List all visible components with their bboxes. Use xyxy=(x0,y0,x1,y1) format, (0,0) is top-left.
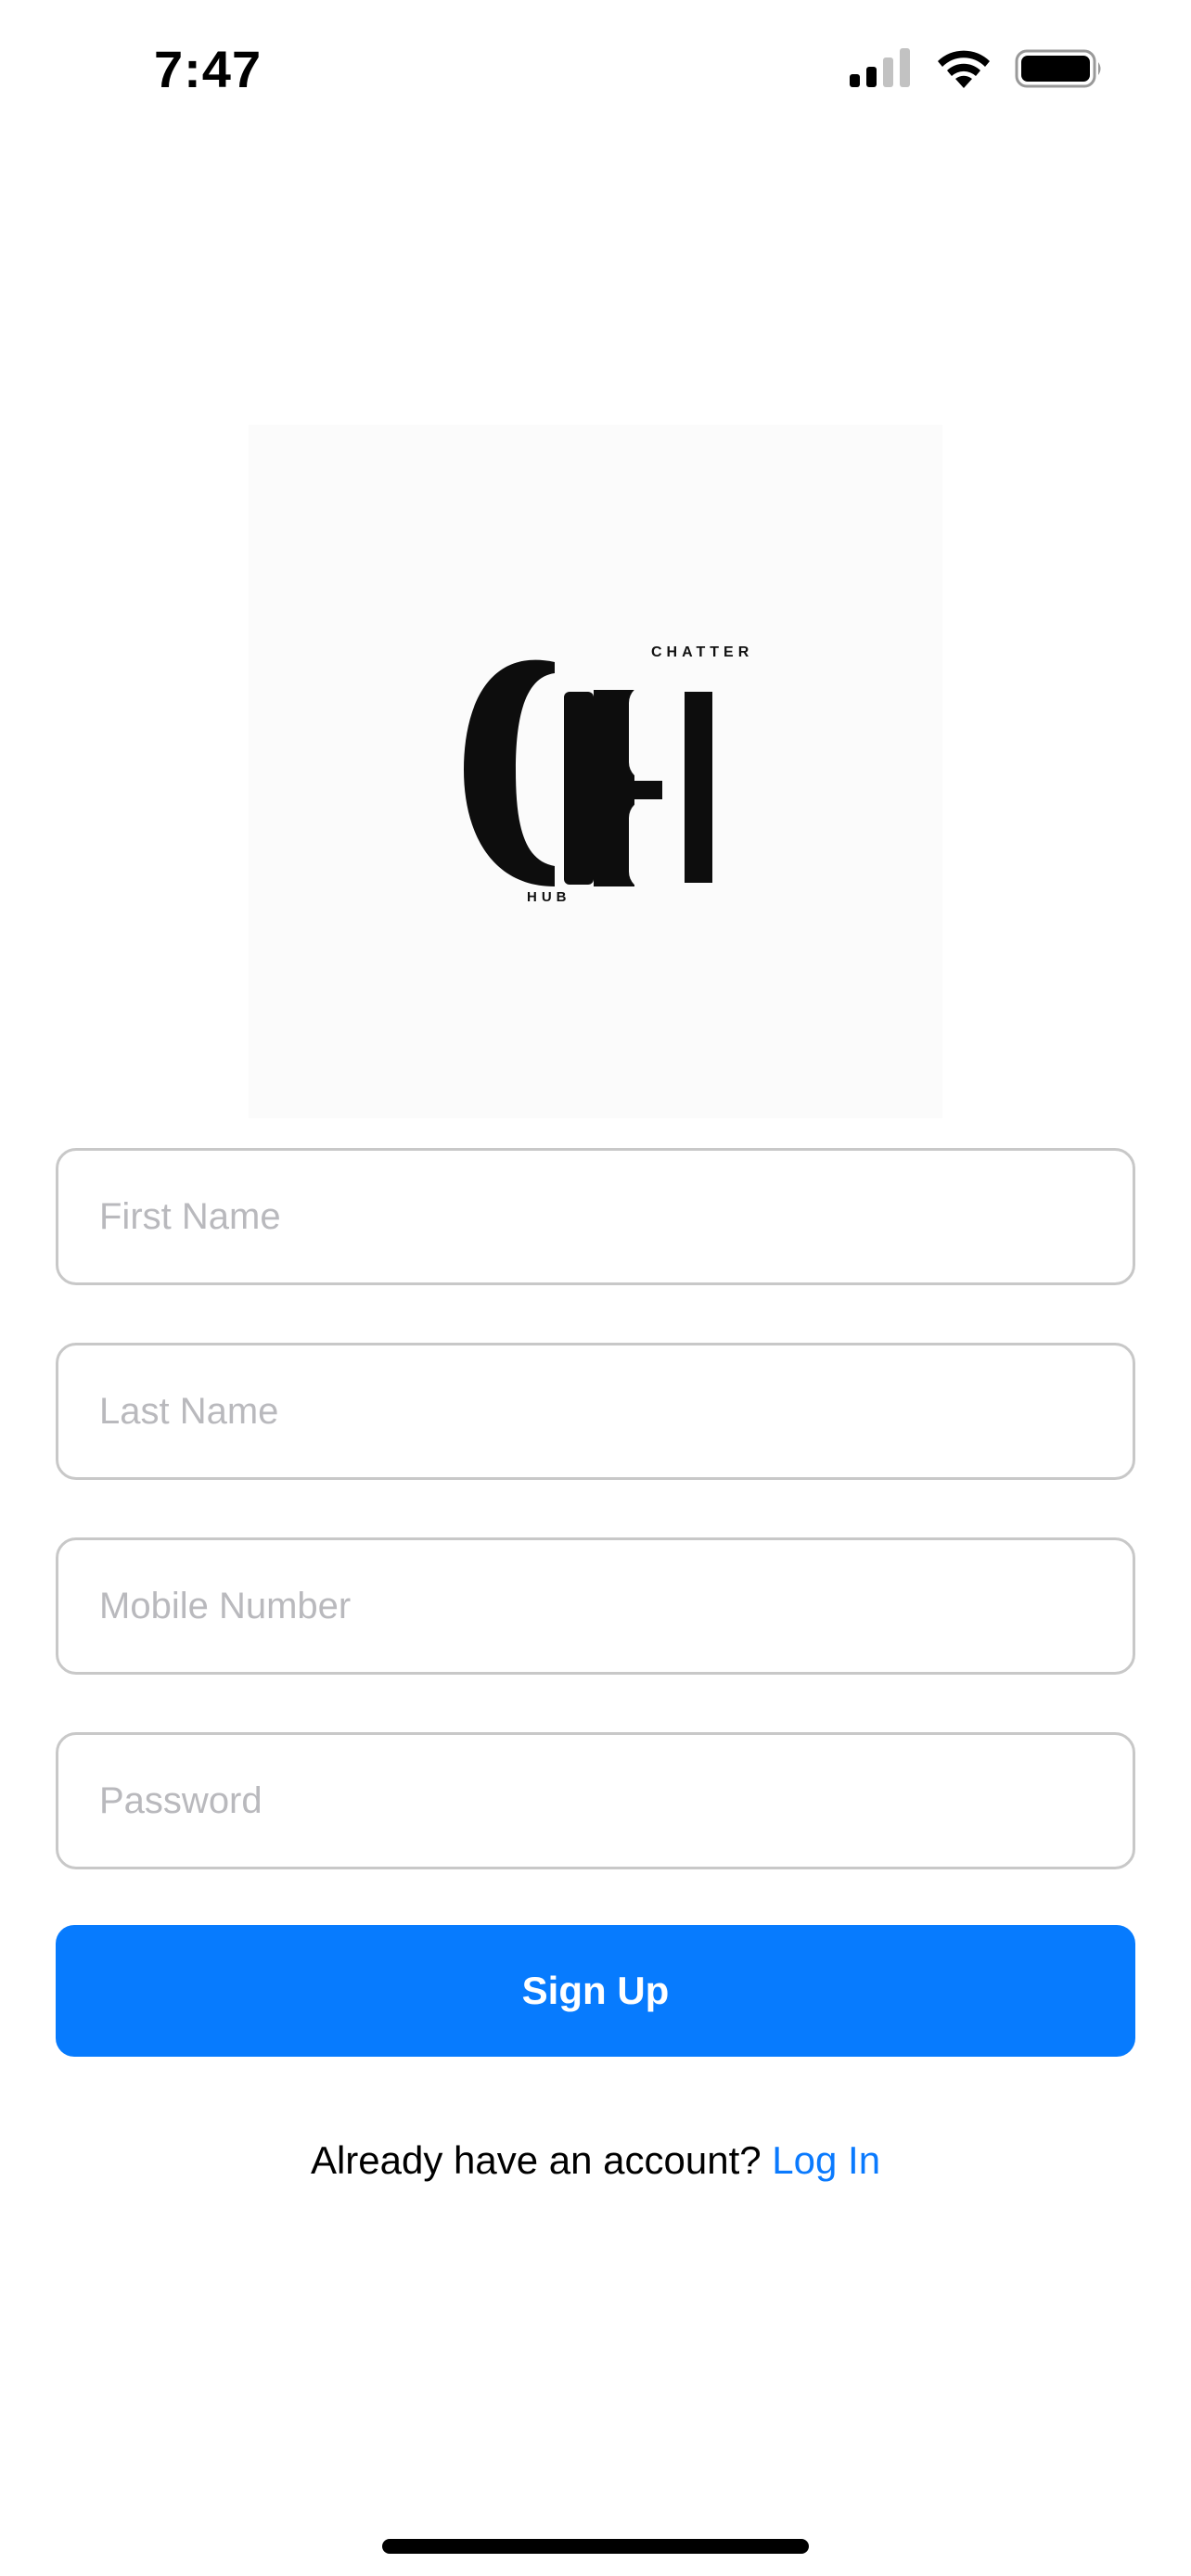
cellular-signal-icon xyxy=(850,46,913,96)
first-name-field[interactable] xyxy=(56,1148,1135,1285)
login-prompt-text: Already have an account? xyxy=(310,2138,762,2182)
sign-up-button[interactable]: Sign Up xyxy=(56,1925,1135,2057)
sign-up-button-label: Sign Up xyxy=(521,1969,670,2012)
last-name-field[interactable] xyxy=(56,1343,1135,1480)
home-indicator[interactable] xyxy=(382,2539,809,2554)
status-icons xyxy=(850,46,1104,95)
chatter-hub-logo: CHATTER HUB xyxy=(464,644,753,905)
logo-bottom-text: HUB xyxy=(527,889,571,905)
status-time: 7:47 xyxy=(154,40,263,98)
login-prompt: Already have an account? Log In xyxy=(0,2133,1191,2188)
wifi-icon xyxy=(935,47,992,95)
log-in-link[interactable]: Log In xyxy=(772,2138,880,2182)
password-input[interactable] xyxy=(99,1735,1082,1867)
logo-top-text: CHATTER xyxy=(651,644,753,660)
password-field[interactable] xyxy=(56,1732,1135,1869)
mobile-number-input[interactable] xyxy=(99,1540,1082,1672)
logo-container: CHATTER HUB xyxy=(249,425,942,1118)
mobile-number-field[interactable] xyxy=(56,1537,1135,1675)
first-name-input[interactable] xyxy=(99,1151,1082,1282)
status-bar: 7:47 xyxy=(0,0,1191,139)
battery-icon xyxy=(1015,48,1104,94)
last-name-input[interactable] xyxy=(99,1345,1082,1477)
